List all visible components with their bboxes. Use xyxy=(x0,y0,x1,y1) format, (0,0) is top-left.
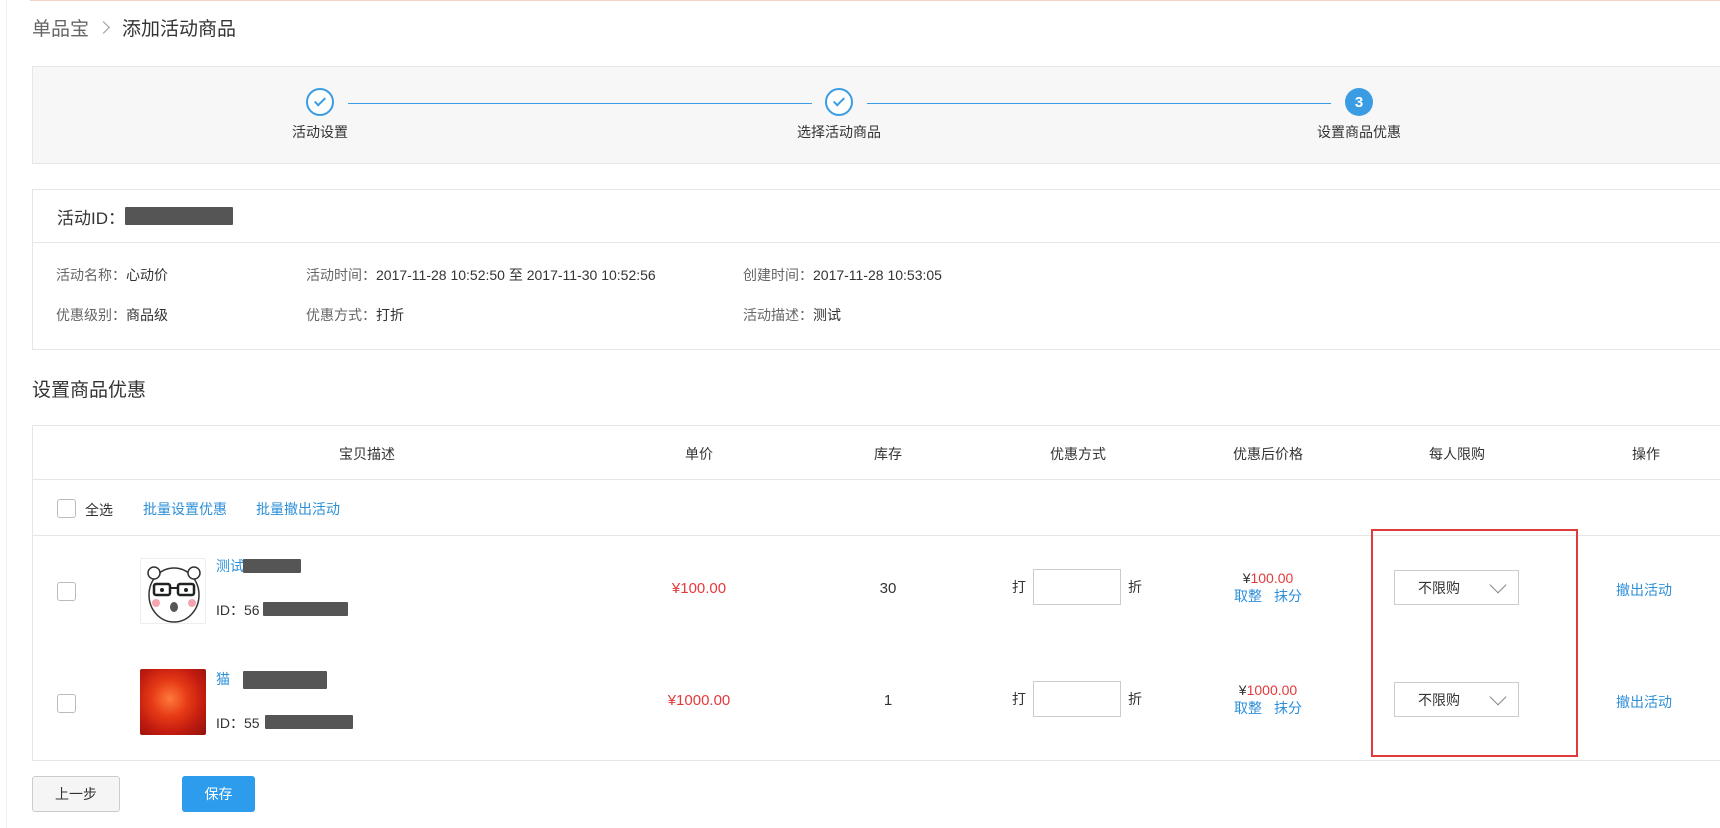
breadcrumb-root[interactable]: 单品宝 xyxy=(32,14,89,41)
step-2: 选择活动商品 xyxy=(749,88,929,142)
section-title: 设置商品优惠 xyxy=(32,380,147,401)
round-link[interactable]: 取整 xyxy=(1234,700,1262,716)
discount-input[interactable] xyxy=(1033,681,1121,717)
product-title-link[interactable]: 猫 xyxy=(216,669,230,689)
column-header: 单价 xyxy=(685,446,713,462)
currency-symbol: ¥ xyxy=(1238,682,1247,698)
price-after-discount: ¥100.00 取整 抹分 xyxy=(1228,570,1308,606)
activity-method: 优惠方式：打折 xyxy=(306,307,404,323)
round-link[interactable]: 取整 xyxy=(1234,588,1262,604)
unit-price: ¥100.00 xyxy=(671,580,727,597)
step-label: 选择活动商品 xyxy=(797,124,881,140)
row-checkbox[interactable] xyxy=(57,582,76,601)
step-3: 3 设置商品优惠 xyxy=(1269,88,1449,142)
column-header: 操作 xyxy=(1632,446,1660,462)
check-icon xyxy=(825,88,853,116)
save-button[interactable]: 保存 xyxy=(182,776,255,812)
step-connector-2 xyxy=(867,103,1331,104)
select-all-label: 全选 xyxy=(85,502,113,518)
previous-step-button[interactable]: 上一步 xyxy=(32,776,120,812)
activity-info-panel: 活动ID： 活动名称：心动价 活动时间：2017-11-28 10:52:50 … xyxy=(32,189,1720,350)
stock-count: 1 xyxy=(883,692,893,709)
discounted-price: 100.00 xyxy=(1250,570,1294,586)
product-title-link[interactable]: 测试 xyxy=(216,556,244,576)
discount-suffix: 折 xyxy=(1128,579,1142,595)
activity-time: 活动时间：2017-11-28 10:52:50 至 2017-11-30 10… xyxy=(306,267,656,283)
product-thumbnail[interactable] xyxy=(140,558,206,624)
column-header: 优惠后价格 xyxy=(1233,446,1303,462)
breadcrumb-current: 添加活动商品 xyxy=(122,19,237,40)
remove-from-activity-link[interactable]: 撤出活动 xyxy=(1616,692,1672,712)
unit-price: ¥1000.00 xyxy=(667,692,731,709)
chevron-right-icon xyxy=(97,21,110,34)
column-header: 每人限购 xyxy=(1429,446,1485,462)
breadcrumb: 单品宝 添加活动商品 xyxy=(32,14,236,41)
product-id: ID：55 xyxy=(216,715,260,731)
discount-prefix: 打 xyxy=(1012,579,1026,595)
column-header: 宝贝描述 xyxy=(339,446,395,462)
discount-prefix: 打 xyxy=(1012,691,1026,707)
table-header: 宝贝描述 单价 库存 优惠方式 优惠后价格 每人限购 操作 xyxy=(33,426,1720,480)
step-label: 设置商品优惠 xyxy=(1317,124,1401,140)
bulk-remove-link[interactable]: 批量撤出活动 xyxy=(256,499,340,519)
product-id: ID：56 xyxy=(216,602,260,618)
trim-link[interactable]: 抹分 xyxy=(1274,700,1302,716)
redacted-title xyxy=(243,559,301,573)
activity-level: 优惠级别：商品级 xyxy=(56,307,168,323)
check-icon xyxy=(306,88,334,116)
step-progress: 活动设置 选择活动商品 3 设置商品优惠 xyxy=(32,66,1720,164)
step-connector-1 xyxy=(348,103,812,104)
top-accent-line xyxy=(30,0,1720,1)
remove-from-activity-link[interactable]: 撤出活动 xyxy=(1616,580,1672,600)
activity-created: 创建时间：2017-11-28 10:53:05 xyxy=(743,267,942,283)
highlight-annotation-box xyxy=(1371,529,1578,757)
select-all-checkbox[interactable] xyxy=(57,499,76,518)
row-checkbox[interactable] xyxy=(57,694,76,713)
price-after-discount: ¥1000.00 取整 抹分 xyxy=(1228,682,1308,718)
discount-input[interactable] xyxy=(1033,569,1121,605)
stock-count: 30 xyxy=(879,580,897,597)
column-header: 库存 xyxy=(874,446,902,462)
activity-id-label: 活动ID： xyxy=(57,208,125,228)
activity-desc: 活动描述：测试 xyxy=(743,307,841,323)
step-number: 3 xyxy=(1345,88,1373,116)
step-label: 活动设置 xyxy=(292,124,348,140)
discount-suffix: 折 xyxy=(1128,691,1142,707)
discount-input-group: 打 折 xyxy=(1012,681,1142,717)
product-thumbnail[interactable] xyxy=(140,669,206,735)
left-divider xyxy=(6,0,7,828)
trim-link[interactable]: 抹分 xyxy=(1274,588,1302,604)
redacted-id xyxy=(125,207,233,225)
discounted-price: 1000.00 xyxy=(1246,682,1298,698)
redacted-id xyxy=(263,602,348,616)
discount-input-group: 打 折 xyxy=(1012,569,1142,605)
bulk-actions-bar: 全选 批量设置优惠 批量撤出活动 xyxy=(33,480,1720,536)
redacted-id xyxy=(265,715,353,729)
activity-id-row: 活动ID： xyxy=(33,190,1720,243)
column-header: 优惠方式 xyxy=(1050,446,1106,462)
step-1: 活动设置 xyxy=(230,88,410,142)
redacted-title xyxy=(243,671,327,689)
bulk-set-discount-link[interactable]: 批量设置优惠 xyxy=(143,499,227,519)
activity-name: 活动名称：心动价 xyxy=(56,267,168,283)
